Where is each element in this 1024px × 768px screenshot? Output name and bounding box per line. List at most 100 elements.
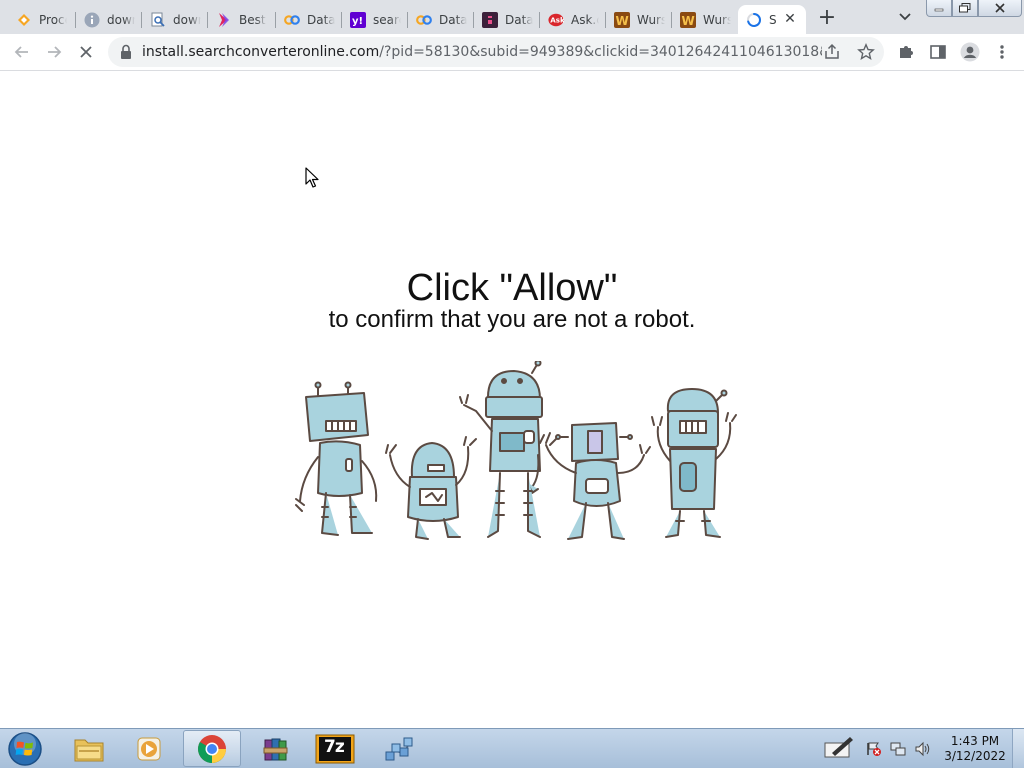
taskbar: 7z 1:43 PM 3/12/2022 [0, 728, 1024, 768]
info-icon [84, 12, 100, 28]
tab-strip: Proce down down Best [0, 0, 1024, 34]
loading-spinner-icon [746, 12, 762, 28]
7zip-taskbar-button[interactable]: 7z [306, 730, 364, 767]
forward-button[interactable] [44, 42, 64, 62]
chrome-icon [198, 734, 226, 763]
robot-2 [385, 436, 477, 540]
tab-title: down [173, 12, 201, 27]
tab-title: Wurs [703, 12, 731, 27]
clock-date: 3/12/2022 [944, 749, 1006, 763]
link-logo-icon [284, 12, 300, 28]
minimize-button[interactable] [926, 0, 952, 17]
tab-title: Best [239, 12, 266, 27]
link-logo-icon [416, 12, 432, 28]
svg-text:Ask: Ask [550, 15, 564, 24]
tab-7[interactable]: Data [408, 5, 474, 34]
diamond-icon [16, 12, 32, 28]
restore-button[interactable] [952, 0, 978, 17]
tab-11[interactable]: W Wurs [672, 5, 738, 34]
svg-text:W: W [616, 14, 629, 28]
web-page: Click "Allow" to confirm that you are no… [0, 71, 1024, 728]
close-icon [80, 46, 92, 58]
tab-5[interactable]: Data [276, 5, 342, 34]
volume-icon[interactable] [914, 741, 932, 761]
folder-icon [74, 739, 104, 761]
archive-books-icon [263, 738, 288, 760]
url-text[interactable]: install.searchconverteronline.com/?pid=5… [142, 44, 822, 60]
chevron-down-icon[interactable] [896, 9, 914, 25]
windows-orb-icon [8, 732, 42, 766]
system-clock[interactable]: 1:43 PM 3/12/2022 [940, 734, 1010, 764]
robots-illustration [295, 361, 737, 540]
chevron-logo-icon [216, 12, 232, 28]
clock-time: 1:43 PM [950, 734, 1000, 748]
tab-title: Proce [39, 12, 67, 27]
network-app-taskbar-button[interactable] [370, 730, 428, 767]
dark-square-icon [482, 11, 498, 28]
explorer-taskbar-button[interactable] [60, 730, 118, 767]
address-bar[interactable]: install.searchconverteronline.com/?pid=5… [108, 37, 884, 67]
start-button[interactable] [6, 731, 44, 767]
w-logo-icon: W [680, 11, 696, 28]
robot-4 [539, 422, 651, 540]
arrow-right-icon [48, 46, 62, 58]
yahoo-icon: y! [350, 11, 366, 28]
tab-9[interactable]: Ask Ask.c [540, 5, 606, 34]
tab-active[interactable]: S ✕ [738, 5, 806, 34]
media-player-taskbar-button[interactable] [120, 730, 178, 767]
bookmark-star-icon[interactable] [856, 42, 876, 62]
side-panel-icon[interactable] [928, 42, 948, 62]
menu-kebab-icon[interactable] [992, 42, 1012, 62]
share-icon[interactable] [822, 42, 842, 62]
close-tab-button[interactable]: ✕ [782, 11, 798, 27]
page-subline: to confirm that you are not a robot. [328, 306, 696, 333]
svg-text:W: W [682, 14, 695, 28]
tab-2[interactable]: down [76, 5, 142, 34]
tab-8[interactable]: Data [474, 5, 540, 34]
mouse-cursor-icon [305, 167, 319, 188]
security-flag-icon[interactable] [866, 741, 882, 761]
tab-1[interactable]: Proce [8, 5, 76, 34]
tab-title: Data [307, 12, 335, 27]
lock-icon [120, 44, 132, 60]
chrome-taskbar-button[interactable] [183, 730, 241, 767]
url-host: install.searchconverteronline.com [142, 44, 380, 60]
arrow-left-icon [14, 46, 28, 58]
tab-6[interactable]: y! searc [342, 5, 408, 34]
system-tray: 1:43 PM 3/12/2022 [820, 729, 1024, 768]
svg-text:y!: y! [352, 16, 363, 27]
window-controls [926, 0, 1022, 18]
tab-3[interactable]: down [142, 5, 208, 34]
pen-tablet-icon[interactable] [824, 735, 854, 765]
tab-10[interactable]: W Wurs [606, 5, 672, 34]
network-icon[interactable] [890, 741, 906, 761]
w-logo-icon: W [614, 11, 630, 28]
tab-title: down [107, 12, 135, 27]
page-headline: Click "Allow" [406, 267, 618, 309]
7zip-label: 7z [324, 737, 345, 757]
tab-title: Ask.c [571, 12, 599, 27]
profile-avatar-icon[interactable] [960, 42, 980, 62]
winrar-taskbar-button[interactable] [246, 730, 304, 767]
tab-title: Data [505, 12, 533, 27]
tab-title: Data [439, 12, 467, 27]
robot-5 [651, 388, 737, 538]
tab-title: searc [373, 12, 401, 27]
extensions-puzzle-icon[interactable] [896, 42, 916, 62]
magnifier-doc-icon [150, 12, 166, 28]
show-desktop-button[interactable] [1012, 729, 1024, 768]
robot-3 [459, 361, 543, 538]
browser-toolbar: install.searchconverteronline.com/?pid=5… [0, 34, 1024, 71]
robot-1 [295, 381, 378, 536]
new-tab-button[interactable]: + [816, 7, 838, 30]
tab-title: Wurs [637, 12, 665, 27]
back-button[interactable] [12, 42, 32, 62]
close-window-button[interactable] [978, 0, 1022, 17]
tab-title: S [769, 12, 777, 27]
ask-icon: Ask [548, 12, 564, 28]
network-cubes-icon [385, 737, 413, 760]
screen: Proce down down Best [0, 0, 1024, 768]
tab-4[interactable]: Best [208, 5, 276, 34]
stop-loading-button[interactable] [76, 42, 96, 62]
url-path: /?pid=58130&subid=949389&clickid=3401264… [379, 44, 822, 60]
